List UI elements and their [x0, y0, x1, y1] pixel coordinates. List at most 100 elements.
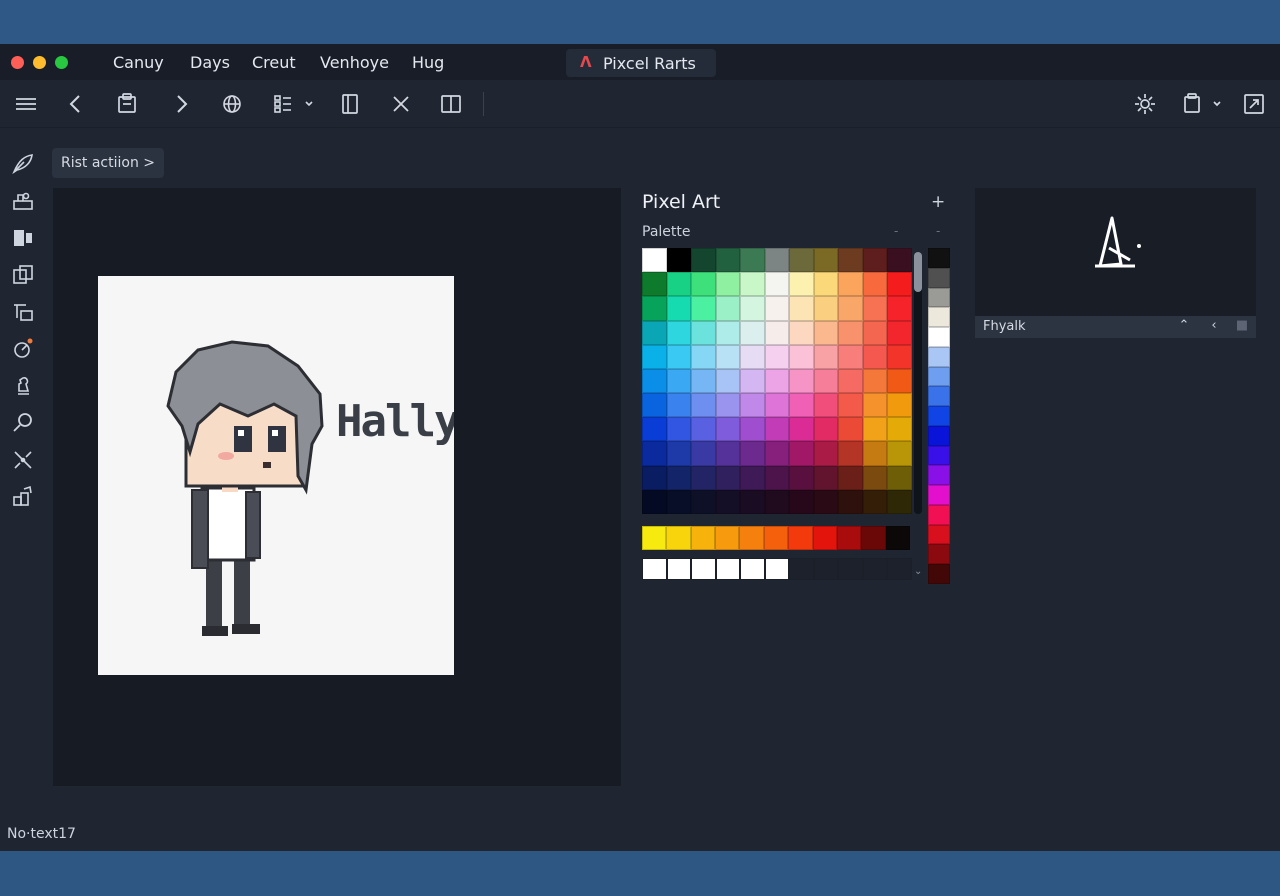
menu-item-3[interactable]: Creut — [252, 53, 296, 72]
color-swatch[interactable] — [862, 272, 888, 297]
color-swatch[interactable] — [642, 417, 667, 442]
color-swatch[interactable] — [813, 368, 839, 394]
color-swatch[interactable] — [691, 344, 716, 369]
custom-swatch[interactable] — [715, 558, 741, 580]
color-swatch[interactable] — [666, 344, 692, 369]
color-swatch[interactable] — [764, 489, 790, 514]
color-swatch[interactable] — [642, 393, 667, 418]
warm-swatch[interactable] — [861, 526, 886, 550]
color-swatch[interactable] — [838, 248, 863, 273]
shade-swatch[interactable] — [928, 366, 950, 387]
maximize-window-button[interactable] — [55, 56, 68, 69]
color-swatch[interactable] — [789, 441, 814, 466]
color-swatch[interactable] — [813, 441, 839, 466]
warm-swatch[interactable] — [739, 526, 764, 550]
color-swatch[interactable] — [887, 320, 912, 345]
warm-swatch[interactable] — [642, 526, 667, 550]
color-swatch[interactable] — [862, 248, 888, 273]
warm-swatch[interactable] — [836, 526, 862, 550]
color-swatch[interactable] — [887, 344, 912, 369]
color-swatch[interactable] — [642, 248, 667, 273]
media-icon[interactable] — [9, 224, 37, 252]
warm-swatch[interactable] — [666, 526, 691, 550]
color-swatch[interactable] — [666, 441, 692, 466]
color-swatch[interactable] — [764, 320, 790, 345]
color-swatch[interactable] — [740, 441, 765, 466]
clipboard-icon[interactable] — [113, 90, 141, 118]
color-swatch[interactable] — [666, 272, 692, 297]
shade-swatch[interactable] — [928, 346, 950, 367]
shade-swatch[interactable] — [928, 465, 950, 486]
shade-swatch[interactable] — [928, 524, 950, 545]
color-swatch[interactable] — [715, 320, 741, 345]
chevron-up-icon[interactable]: ⌃ — [1175, 318, 1193, 336]
color-swatch[interactable] — [789, 465, 814, 490]
list-dropdown-icon[interactable] — [270, 90, 316, 118]
color-swatch[interactable] — [838, 272, 863, 297]
color-swatch[interactable] — [838, 417, 863, 442]
chevron-down-icon[interactable]: ⌄ — [914, 566, 922, 577]
canvas-area[interactable]: Hally — [53, 188, 621, 786]
shade-swatch[interactable] — [928, 504, 950, 525]
color-swatch[interactable] — [764, 248, 790, 273]
color-swatch[interactable] — [740, 272, 765, 297]
color-swatch[interactable] — [642, 368, 667, 394]
cart-icon[interactable] — [9, 187, 37, 215]
warm-swatch[interactable] — [715, 526, 740, 550]
color-swatch[interactable] — [715, 393, 741, 418]
layers-icon[interactable] — [9, 261, 37, 289]
shade-swatch[interactable] — [928, 544, 950, 565]
color-swatch[interactable] — [642, 465, 667, 490]
shade-swatch[interactable] — [928, 425, 950, 446]
color-swatch[interactable] — [715, 417, 741, 442]
warm-swatch[interactable] — [788, 526, 813, 550]
color-swatch[interactable] — [887, 248, 912, 273]
clipboard-dropdown-icon[interactable] — [1180, 90, 1226, 118]
shade-swatch[interactable] — [928, 248, 950, 268]
forward-icon[interactable] — [167, 90, 195, 118]
custom-swatch[interactable] — [887, 558, 913, 580]
split-view-icon[interactable] — [437, 90, 465, 118]
color-swatch[interactable] — [764, 296, 790, 321]
color-swatch[interactable] — [887, 368, 912, 394]
color-swatch[interactable] — [838, 320, 863, 345]
close-icon[interactable] — [387, 90, 415, 118]
color-swatch[interactable] — [764, 344, 790, 369]
color-swatch[interactable] — [887, 393, 912, 418]
color-swatch[interactable] — [789, 320, 814, 345]
color-swatch[interactable] — [715, 344, 741, 369]
color-swatch[interactable] — [789, 489, 814, 514]
shade-swatch[interactable] — [928, 327, 950, 347]
color-swatch[interactable] — [666, 368, 692, 394]
menu-item-4[interactable]: Venhoye — [320, 53, 389, 72]
color-swatch[interactable] — [813, 393, 839, 418]
color-swatch[interactable] — [740, 489, 765, 514]
minimize-window-button[interactable] — [33, 56, 46, 69]
pixel-art-canvas[interactable]: Hally — [98, 276, 454, 675]
shade-swatch[interactable] — [928, 485, 950, 505]
color-swatch[interactable] — [740, 344, 765, 369]
color-swatch[interactable] — [789, 272, 814, 297]
color-swatch[interactable] — [764, 441, 790, 466]
menu-icon[interactable] — [12, 90, 40, 118]
warm-swatch[interactable] — [812, 526, 837, 550]
color-swatch[interactable] — [813, 465, 839, 490]
menu-item-2[interactable]: Days — [190, 53, 230, 72]
color-swatch[interactable] — [666, 248, 692, 273]
custom-swatch[interactable] — [862, 558, 888, 580]
color-swatch[interactable] — [887, 441, 912, 466]
color-swatch[interactable] — [862, 465, 888, 490]
color-swatch[interactable] — [813, 272, 839, 297]
color-swatch[interactable] — [715, 248, 741, 273]
color-swatch[interactable] — [838, 393, 863, 418]
color-swatch[interactable] — [789, 368, 814, 394]
color-swatch[interactable] — [740, 368, 765, 394]
color-swatch[interactable] — [642, 320, 667, 345]
color-swatch[interactable] — [862, 441, 888, 466]
color-swatch[interactable] — [764, 368, 790, 394]
globe-icon[interactable] — [218, 90, 246, 118]
color-swatch[interactable] — [691, 272, 716, 297]
color-swatch[interactable] — [862, 417, 888, 442]
color-swatch[interactable] — [691, 296, 716, 321]
close-window-button[interactable] — [11, 56, 24, 69]
